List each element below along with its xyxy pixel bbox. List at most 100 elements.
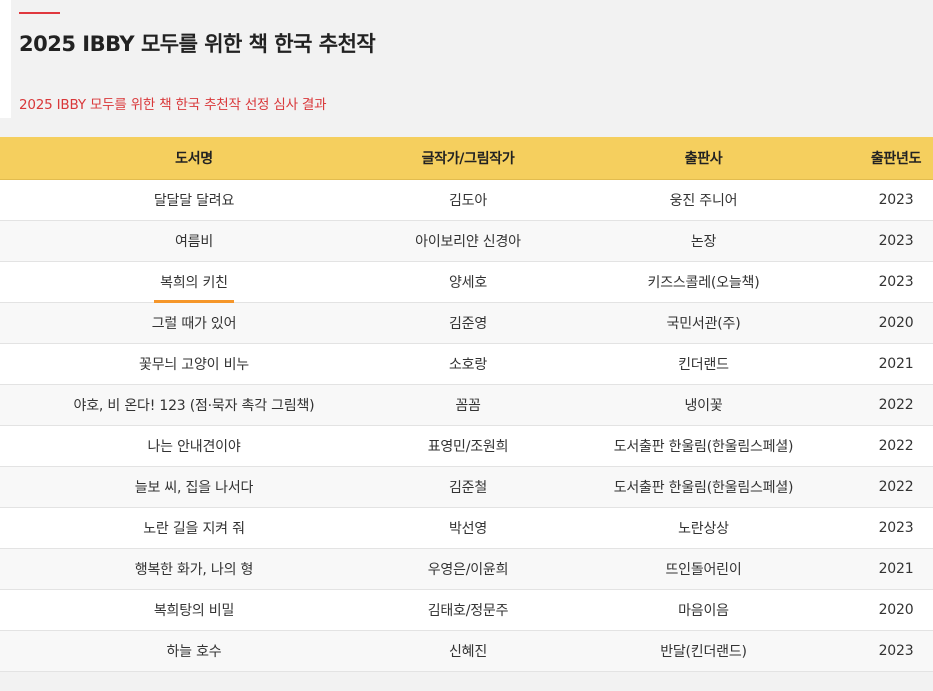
book-author-cell: 소호랑 xyxy=(388,343,548,385)
book-title-cell: 나는 안내견이야 xyxy=(0,425,388,467)
book-author-text: 소호랑 xyxy=(448,357,488,373)
book-year-text: 2021 xyxy=(878,356,914,372)
book-year-cell: 2023 xyxy=(859,220,933,262)
book-title-text[interactable]: 꽃무늬 고양이 비누 xyxy=(139,354,249,374)
table-row[interactable]: 꽃무늬 고양이 비누 소호랑 킨더랜드 2021 xyxy=(0,343,933,385)
table-row[interactable]: 노란 길을 지켜 줘 박선영 노란상상 2023 xyxy=(0,507,933,549)
book-year-cell: 2021 xyxy=(859,343,933,385)
column-header-year[interactable]: 출판년도 xyxy=(859,137,933,180)
title-accent-bar xyxy=(19,12,60,14)
book-year-text: 2023 xyxy=(878,192,914,208)
book-author-text: 김준영 xyxy=(448,316,488,332)
book-title-cell: 노란 길을 지켜 줘 xyxy=(0,507,388,549)
book-title-text[interactable]: 여름비 xyxy=(175,231,213,251)
book-author-text: 김준철 xyxy=(448,480,488,496)
book-year-text: 2022 xyxy=(878,479,914,495)
book-year-cell: 2022 xyxy=(859,425,933,467)
book-author-text: 신혜진 xyxy=(448,644,488,660)
book-year-cell: 2023 xyxy=(859,261,933,303)
table-row[interactable]: 복희탕의 비밀 김태호/정문주 마음이음 2020 xyxy=(0,589,933,631)
book-year-cell: 2020 xyxy=(859,302,933,344)
book-year-cell: 2022 xyxy=(859,466,933,508)
book-title-text[interactable]: 달달달 달려요 xyxy=(154,190,235,210)
book-publisher-cell: 도서출판 한울림(한울림스페셜) xyxy=(548,425,859,467)
book-title-text[interactable]: 그럴 때가 있어 xyxy=(152,313,237,333)
book-author-text: 김도아 xyxy=(448,193,488,209)
book-title-cell: 행복한 화가, 나의 형 xyxy=(0,548,388,590)
book-author-text: 양세호 xyxy=(448,275,488,291)
book-author-cell: 꼼꼼 xyxy=(388,384,548,426)
page-title: 2025 IBBY 모두를 위한 책 한국 추천작 xyxy=(19,32,376,56)
book-title-cell: 복희의 키친 xyxy=(0,261,388,303)
header-card xyxy=(0,0,11,118)
table-row[interactable]: 그럴 때가 있어 김준영 국민서관(주) 2020 xyxy=(0,302,933,344)
table-row[interactable]: 하늘 호수 신혜진 반달(킨더랜드) 2023 xyxy=(0,630,933,672)
book-author-cell: 김태호/정문주 xyxy=(388,589,548,631)
book-author-cell: 신혜진 xyxy=(388,630,548,672)
book-publisher-cell: 논장 xyxy=(548,220,859,262)
book-publisher-cell: 냉이꽃 xyxy=(548,384,859,426)
book-title-text[interactable]: 야호, 비 온다! 123 (점·묵자 촉각 그림책) xyxy=(74,395,315,415)
table-row[interactable]: 여름비 아이보리얀 신경아 논장 2023 xyxy=(0,220,933,262)
table-row[interactable]: 달달달 달려요 김도아 웅진 주니어 2023 xyxy=(0,179,933,221)
book-publisher-text: 웅진 주니어 xyxy=(669,193,738,209)
column-header-author[interactable]: 글작가/그림작가 xyxy=(388,137,548,180)
book-year-text: 2023 xyxy=(878,520,914,536)
book-author-text: 꼼꼼 xyxy=(455,398,481,414)
book-publisher-cell: 노란상상 xyxy=(548,507,859,549)
book-publisher-text: 키즈스콜레(오늘책) xyxy=(647,275,760,291)
book-year-cell: 2022 xyxy=(859,384,933,426)
book-publisher-cell: 국민서관(주) xyxy=(548,302,859,344)
book-year-text: 2020 xyxy=(878,602,914,618)
book-publisher-cell: 반달(킨더랜드) xyxy=(548,630,859,672)
book-year-text: 2021 xyxy=(878,561,914,577)
book-title-cell: 달달달 달려요 xyxy=(0,179,388,221)
book-author-text: 김태호/정문주 xyxy=(427,603,509,619)
book-author-cell: 박선영 xyxy=(388,507,548,549)
book-publisher-text: 마음이음 xyxy=(678,603,729,619)
book-publisher-text: 논장 xyxy=(690,234,717,250)
book-author-cell: 양세호 xyxy=(388,261,548,303)
book-year-text: 2022 xyxy=(878,397,914,413)
book-title-text[interactable]: 복희탕의 비밀 xyxy=(154,600,235,620)
book-year-cell: 2023 xyxy=(859,507,933,549)
book-publisher-cell: 킨더랜드 xyxy=(548,343,859,385)
book-title-cell: 하늘 호수 xyxy=(0,630,388,672)
book-year-text: 2022 xyxy=(878,438,914,454)
page-subtitle: 2025 IBBY 모두를 위한 책 한국 추천작 선정 심사 결과 xyxy=(19,97,327,113)
book-year-cell: 2023 xyxy=(859,179,933,221)
book-author-text: 박선영 xyxy=(448,521,488,537)
table-body: 달달달 달려요 김도아 웅진 주니어 2023 여름비 아이보리얀 신경아 논장 2023 복희… xyxy=(0,179,933,672)
book-author-cell: 김준영 xyxy=(388,302,548,344)
book-author-text: 표영민/조원희 xyxy=(427,439,509,455)
book-title-text[interactable]: 행복한 화가, 나의 형 xyxy=(135,559,254,579)
book-title-text[interactable]: 노란 길을 지켜 줘 xyxy=(143,518,245,538)
book-year-cell: 2023 xyxy=(859,630,933,672)
table-row[interactable]: 복희의 키친 양세호 키즈스콜레(오늘책) 2023 xyxy=(0,261,933,303)
book-publisher-text: 도서출판 한울림(한울림스페셜) xyxy=(613,480,794,496)
book-publisher-text: 냉이꽃 xyxy=(684,398,723,414)
book-publisher-cell: 마음이음 xyxy=(548,589,859,631)
book-title-cell: 꽃무늬 고양이 비누 xyxy=(0,343,388,385)
book-author-text: 아이보리얀 신경아 xyxy=(415,234,521,250)
column-header-publisher[interactable]: 출판사 xyxy=(548,137,859,180)
book-publisher-text: 국민서관(주) xyxy=(666,316,741,332)
book-year-cell: 2020 xyxy=(859,589,933,631)
book-publisher-cell: 키즈스콜레(오늘책) xyxy=(548,261,859,303)
book-year-cell: 2021 xyxy=(859,548,933,590)
book-title-text[interactable]: 나는 안내견이야 xyxy=(147,436,240,456)
book-title-text[interactable]: 늘보 씨, 집을 나서다 xyxy=(135,477,254,497)
book-publisher-text: 킨더랜드 xyxy=(678,357,729,373)
book-year-text: 2020 xyxy=(878,315,914,331)
table-row[interactable]: 행복한 화가, 나의 형 우영은/이윤희 뜨인돌어린이 2021 xyxy=(0,548,933,590)
book-publisher-cell: 도서출판 한울림(한울림스페셜) xyxy=(548,466,859,508)
table-row[interactable]: 늘보 씨, 집을 나서다 김준철 도서출판 한울림(한울림스페셜) 2022 xyxy=(0,466,933,508)
column-header-title[interactable]: 도서명 xyxy=(0,137,388,180)
book-title-text[interactable]: 복희의 키친 xyxy=(154,272,234,303)
book-year-text: 2023 xyxy=(878,274,914,290)
book-author-text: 우영은/이윤희 xyxy=(427,562,509,578)
table-row[interactable]: 나는 안내견이야 표영민/조원희 도서출판 한울림(한울림스페셜) 2022 xyxy=(0,425,933,467)
book-title-text[interactable]: 하늘 호수 xyxy=(167,641,222,661)
book-author-cell: 김준철 xyxy=(388,466,548,508)
table-row[interactable]: 야호, 비 온다! 123 (점·묵자 촉각 그림책) 꼼꼼 냉이꽃 2022 xyxy=(0,384,933,426)
